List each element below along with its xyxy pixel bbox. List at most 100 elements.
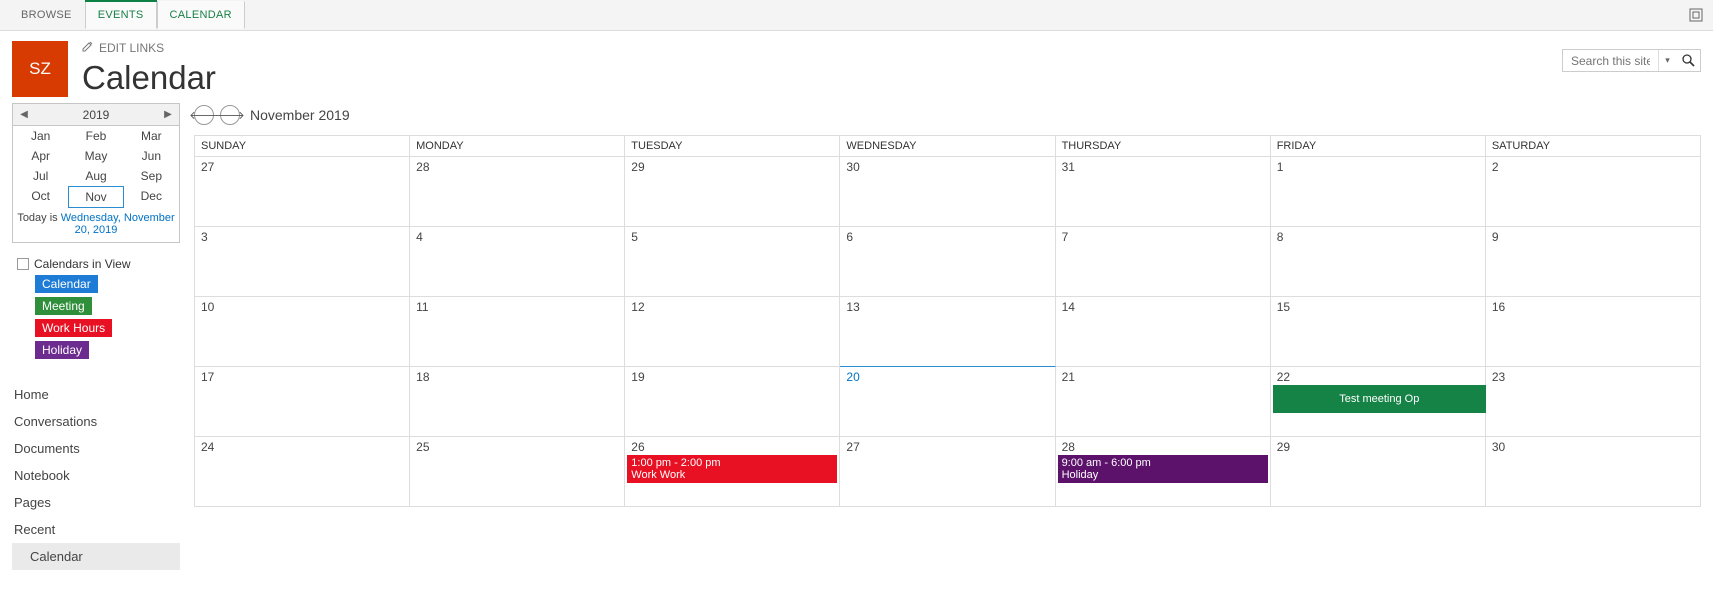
calendar-cell[interactable]: 15 — [1271, 297, 1486, 367]
cell-date: 5 — [631, 230, 638, 244]
calendar-cell[interactable]: 13 — [840, 297, 1055, 367]
prev-month-icon[interactable]: 🡐 — [194, 105, 214, 125]
cell-date: 12 — [631, 300, 644, 314]
edit-links-button[interactable]: EDIT LINKS — [82, 41, 1562, 59]
calendar-cell[interactable]: 9 — [1486, 227, 1701, 297]
month-cell-jan[interactable]: Jan — [13, 126, 68, 146]
calendar-cell[interactable]: 22Test meeting Op — [1271, 367, 1486, 437]
civ-title: Calendars in View — [34, 257, 131, 271]
cell-date: 22 — [1277, 370, 1290, 384]
calendar-header: 🡐 🡒 November 2019 — [194, 105, 1701, 125]
today-prefix: Today is — [17, 212, 60, 224]
month-cell-aug[interactable]: Aug — [68, 166, 123, 186]
next-month-icon[interactable]: 🡒 — [220, 105, 240, 125]
cell-date: 24 — [201, 440, 214, 454]
calendar-head-row: SUNDAYMONDAYTUESDAYWEDNESDAYTHURSDAYFRID… — [195, 136, 1701, 157]
calendar-cell[interactable]: 21 — [1056, 367, 1271, 437]
ql-item-recent[interactable]: Recent — [12, 516, 180, 543]
cell-date: 18 — [416, 370, 429, 384]
calendar-cell[interactable]: 29 — [625, 157, 840, 227]
event-work-work[interactable]: 1:00 pm - 2:00 pmWork Work — [627, 455, 837, 483]
main-content: ◀ 2019 ▶ JanFebMarAprMayJunJulAugSepOctN… — [0, 97, 1713, 576]
event-test-meeting[interactable]: Test meeting Op — [1273, 385, 1486, 413]
ql-item-documents[interactable]: Documents — [12, 435, 180, 462]
calendar-cell[interactable]: 11 — [410, 297, 625, 367]
calendar-cell[interactable]: 31 — [1056, 157, 1271, 227]
calendar-cell[interactable]: 1 — [1271, 157, 1486, 227]
calendar-cell[interactable]: 261:00 pm - 2:00 pmWork Work — [625, 437, 840, 507]
cell-date: 29 — [1277, 440, 1290, 454]
month-cell-dec[interactable]: Dec — [124, 186, 179, 208]
today-link[interactable]: Wednesday, November 20, 2019 — [61, 212, 175, 236]
pencil-icon — [82, 41, 93, 55]
ql-item-notebook[interactable]: Notebook — [12, 462, 180, 489]
year-picker: ◀ 2019 ▶ JanFebMarAprMayJunJulAugSepOctN… — [12, 103, 180, 243]
tab-events[interactable]: EVENTS — [85, 1, 157, 29]
month-cell-mar[interactable]: Mar — [124, 126, 179, 146]
focus-content-icon[interactable] — [1689, 8, 1703, 22]
calendar-tag-work-hours[interactable]: Work Hours — [35, 319, 112, 337]
calendar-cell[interactable]: 17 — [195, 367, 410, 437]
calendar-cell[interactable]: 4 — [410, 227, 625, 297]
calendar-cell[interactable]: 18 — [410, 367, 625, 437]
month-cell-apr[interactable]: Apr — [13, 146, 68, 166]
tab-browse[interactable]: BROWSE — [8, 1, 85, 29]
calendar-cell[interactable]: 30 — [1486, 437, 1701, 507]
ql-item-home[interactable]: Home — [12, 381, 180, 408]
next-year-icon[interactable]: ▶ — [161, 108, 175, 122]
calendar-cell[interactable]: 5 — [625, 227, 840, 297]
calendar-cell[interactable]: 7 — [1056, 227, 1271, 297]
calendar-cell[interactable]: 30 — [840, 157, 1055, 227]
calendar-cell[interactable]: 3 — [195, 227, 410, 297]
cell-date: 27 — [846, 440, 859, 454]
calendar-cell[interactable]: 27 — [195, 157, 410, 227]
cell-date: 28 — [1062, 440, 1075, 454]
cell-date: 19 — [631, 370, 644, 384]
calendar-tag-calendar[interactable]: Calendar — [35, 275, 98, 293]
calendar-cell[interactable]: 289:00 am - 6:00 pmHoliday — [1056, 437, 1271, 507]
cell-date: 4 — [416, 230, 423, 244]
month-cell-jul[interactable]: Jul — [13, 166, 68, 186]
cell-date: 30 — [846, 160, 859, 174]
ql-item-conversations[interactable]: Conversations — [12, 408, 180, 435]
calendar-cell[interactable]: 29 — [1271, 437, 1486, 507]
calendar-cell[interactable]: 24 — [195, 437, 410, 507]
cell-date: 10 — [201, 300, 214, 314]
search-input[interactable] — [1563, 54, 1658, 68]
dow-header: THURSDAY — [1056, 136, 1271, 157]
quick-launch: HomeConversationsDocumentsNotebookPagesR… — [12, 381, 180, 570]
ql-item-pages[interactable]: Pages — [12, 489, 180, 516]
calendar-cell[interactable]: 20 — [840, 366, 1055, 437]
calendar-cell[interactable]: 10 — [195, 297, 410, 367]
calendar-tag-meeting[interactable]: Meeting — [35, 297, 92, 315]
month-cell-oct[interactable]: Oct — [13, 186, 68, 208]
calendar-cell[interactable]: 2 — [1486, 157, 1701, 227]
search-icon[interactable] — [1676, 50, 1700, 71]
month-cell-may[interactable]: May — [68, 146, 123, 166]
calendar-cell[interactable]: 8 — [1271, 227, 1486, 297]
calendar-area: 🡐 🡒 November 2019 SUNDAYMONDAYTUESDAYWED… — [180, 103, 1701, 570]
month-cell-sep[interactable]: Sep — [124, 166, 179, 186]
tab-calendar[interactable]: CALENDAR — [157, 1, 245, 29]
calendar-cell[interactable]: 12 — [625, 297, 840, 367]
month-cell-nov[interactable]: Nov — [68, 186, 123, 208]
calendar-cell[interactable]: 28 — [410, 157, 625, 227]
search-dropdown-icon[interactable]: ▾ — [1658, 50, 1676, 71]
calendar-cell[interactable]: 16 — [1486, 297, 1701, 367]
calendar-cell[interactable]: 14 — [1056, 297, 1271, 367]
calendar-cell[interactable]: 19 — [625, 367, 840, 437]
month-cell-feb[interactable]: Feb — [68, 126, 123, 146]
ql-sub-calendar[interactable]: Calendar — [12, 543, 180, 570]
cell-date: 8 — [1277, 230, 1284, 244]
calendar-cell[interactable]: 23 — [1486, 367, 1701, 437]
site-logo[interactable]: SZ — [12, 41, 68, 97]
cell-date: 13 — [846, 300, 859, 314]
cell-date: 11 — [416, 300, 428, 314]
prev-year-icon[interactable]: ◀ — [17, 108, 31, 122]
event-holiday[interactable]: 9:00 am - 6:00 pmHoliday — [1058, 455, 1268, 483]
calendar-cell[interactable]: 25 — [410, 437, 625, 507]
calendar-cell[interactable]: 6 — [840, 227, 1055, 297]
month-cell-jun[interactable]: Jun — [124, 146, 179, 166]
calendar-tag-holiday[interactable]: Holiday — [35, 341, 89, 359]
calendar-cell[interactable]: 27 — [840, 437, 1055, 507]
